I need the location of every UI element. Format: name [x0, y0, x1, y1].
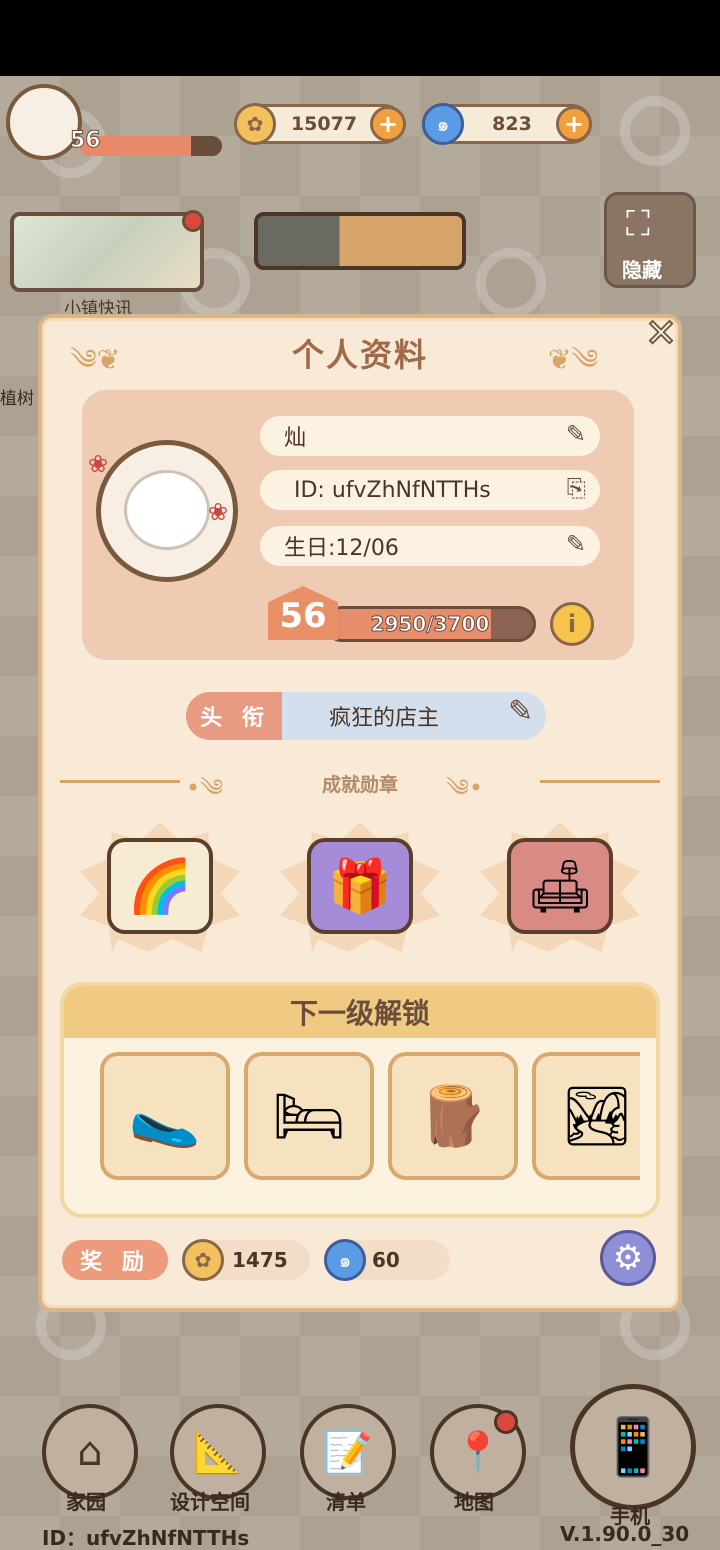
home-label: 家园 — [66, 1490, 106, 1514]
birthday: 生日:12/06 — [284, 536, 399, 561]
phone-button[interactable]: 📱 — [570, 1384, 696, 1510]
fullscreen-icon: ⛶ — [626, 204, 650, 244]
gift-box-icon[interactable]: 🎁 — [307, 838, 413, 934]
reward-tag: 奖 励 — [62, 1240, 168, 1280]
player-name: 灿 — [284, 426, 307, 451]
bird-avatar-icon — [124, 470, 210, 550]
achievements-label: 成就勋章 — [321, 774, 398, 796]
phone-icon: 📱 — [598, 1415, 668, 1480]
name-field[interactable]: 灿 ✎ — [260, 416, 600, 456]
notification-dot — [182, 210, 204, 232]
coin-icon: ✿ — [182, 1239, 224, 1281]
map-pin-icon: 📍 — [453, 1429, 503, 1476]
rose-icon: ❀ — [208, 498, 229, 526]
reward-coin-count: 1475 — [232, 1248, 288, 1272]
unlock-items-scroller[interactable]: 🥿 🛏 🪵 🏞 — [90, 1046, 640, 1186]
player-id: ID: ufvZhNfNTTHs — [294, 477, 491, 503]
panel-title: 个人资料 — [291, 336, 428, 374]
xp-text: 2950/3700 — [370, 612, 490, 637]
version-text: V.1.90.0_30 — [560, 1522, 690, 1546]
info-icon[interactable]: i — [550, 602, 594, 646]
plant-tree-label: 植树 — [0, 389, 34, 409]
honor-value[interactable]: 疯狂的店主 — [282, 692, 546, 740]
rainbow-star-scroll-icon[interactable]: 🌈 — [107, 838, 213, 934]
coin-count: 15077 — [290, 113, 358, 135]
edit-pencil-icon[interactable]: ✎ — [566, 420, 586, 448]
rose-icon: ❀ — [88, 450, 109, 478]
map-label: 地图 — [454, 1490, 494, 1514]
slippers-icon[interactable]: 🥿 — [100, 1052, 230, 1180]
honor-tag: 头 衔 — [186, 692, 284, 740]
home-icon: ⌂ — [77, 1429, 103, 1475]
id-field: ID: ufvZhNfNTTHs ⎘ — [260, 470, 600, 510]
footer-player-id: ID：ufvZhNfNTTHs — [42, 1526, 250, 1550]
level-number: 56 — [279, 596, 327, 636]
hide-ui-label: 隐藏 — [622, 258, 662, 282]
bed-icon[interactable]: 🛏 — [244, 1052, 374, 1180]
add-gems-button[interactable]: + — [556, 106, 592, 142]
add-coins-button[interactable]: + — [370, 106, 406, 142]
weather-widget[interactable] — [254, 212, 466, 270]
blueprint-icon: 📐 — [193, 1429, 243, 1476]
notification-dot — [494, 1410, 518, 1434]
design-space-label: 设计空间 — [170, 1490, 250, 1514]
edit-pencil-icon[interactable]: ✎ — [566, 530, 586, 558]
town-news-button[interactable] — [10, 212, 204, 292]
birthday-field[interactable]: 生日:12/06 ✎ — [260, 526, 600, 566]
player-level-number: 56 — [70, 128, 102, 154]
honor-text: 疯狂的店主 — [328, 706, 439, 731]
gem-count: 823 — [492, 113, 532, 135]
copy-icon[interactable]: ⎘ — [567, 474, 586, 502]
player-level-bar — [80, 136, 222, 156]
gem-icon: ๑ — [422, 103, 464, 145]
armchair-icon[interactable]: 🛋 — [507, 838, 613, 934]
next-unlock-title: 下一级解锁 — [64, 986, 656, 1038]
list-label: 清单 — [326, 1490, 366, 1514]
gem-icon: ๑ — [324, 1239, 366, 1281]
rug-icon[interactable]: 🏞 — [532, 1052, 640, 1180]
list-icon: 📝 — [323, 1429, 373, 1476]
reward-gem-count: 60 — [372, 1248, 400, 1272]
edit-pencil-icon[interactable]: ✎ — [508, 694, 533, 729]
settings-gear-icon[interactable]: ⚙ — [600, 1230, 656, 1286]
wooden-stool-icon[interactable]: 🪵 — [388, 1052, 518, 1180]
coin-icon: ✿ — [234, 103, 276, 145]
